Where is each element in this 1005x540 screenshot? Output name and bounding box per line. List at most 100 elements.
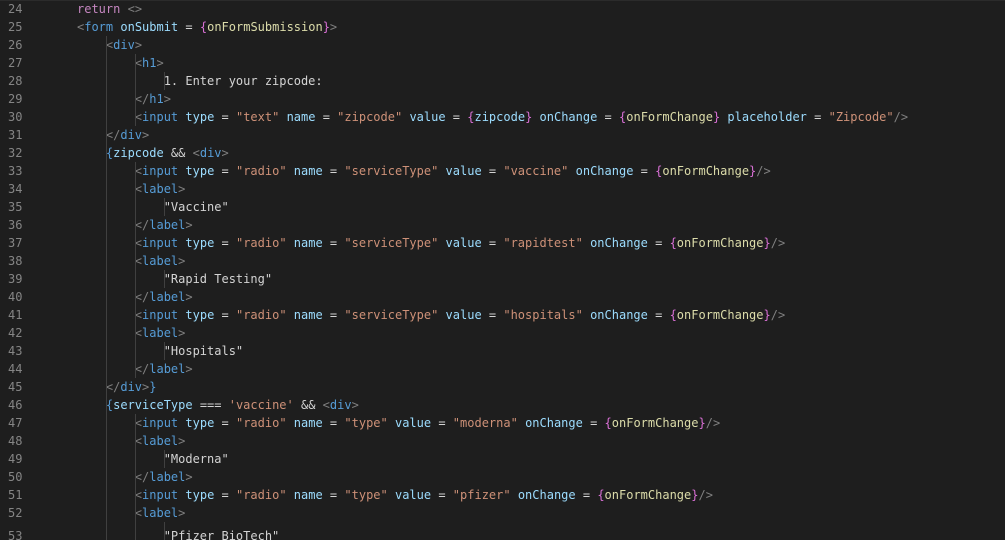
indent-guide [134,216,136,234]
line-code[interactable]: <label> [135,180,186,198]
line-code[interactable]: "Pfizer BioTech" [164,527,280,540]
line-code[interactable]: <input type = "radio" name = "type" valu… [135,486,713,504]
line-code[interactable]: </label> [135,468,193,486]
line-code[interactable]: return <> [77,1,142,18]
line-code[interactable]: </div> [106,126,149,144]
code-token: = [315,110,338,124]
code-token: = [322,308,345,322]
line-code[interactable]: <input type = "radio" name = "type" valu… [135,414,720,432]
line-code[interactable]: <label> [135,432,186,450]
line-number: 43 [8,344,23,358]
code-line[interactable]: 46 {serviceType === 'vaccine' && <div> [0,396,1005,414]
indent-guide [105,198,107,216]
code-line[interactable]: 39 "Rapid Testing" [0,270,1005,288]
code-token: } [698,416,706,430]
line-code[interactable]: 1. Enter your zipcode: [164,72,323,90]
line-code[interactable]: <div> [106,36,142,54]
line-code[interactable]: <h1> [135,54,164,72]
line-number: 53 [8,529,23,540]
line-code[interactable]: {serviceType === 'vaccine' && <div> [106,396,359,414]
code-token: label [149,218,186,232]
code-line[interactable]: 37 <input type = "radio" name = "service… [0,234,1005,252]
code-token: input [142,236,179,250]
line-code[interactable]: </label> [135,360,193,378]
code-line[interactable]: 30 <input type = "text" name = "zipcode"… [0,108,1005,126]
indent-guide [134,522,136,540]
code-token: = [582,416,605,430]
code-line[interactable]: 45 </div>} [0,378,1005,396]
code-line[interactable]: 53 "Pfizer BioTech" [0,522,1005,540]
code-line[interactable]: 50 </label> [0,468,1005,486]
line-code[interactable]: <input type = "radio" name = "serviceTyp… [135,306,785,324]
code-line[interactable]: 29 </h1> [0,90,1005,108]
code-token: = [647,308,670,322]
line-code[interactable]: "Vaccine" [164,198,229,216]
code-line[interactable]: 33 <input type = "radio" name = "service… [0,162,1005,180]
line-code[interactable]: <label> [135,252,186,270]
indent-guide [163,450,165,468]
code-line[interactable]: 27 <h1> [0,54,1005,72]
code-token: > [178,506,186,520]
line-number: 52 [8,506,23,520]
code-token: = [214,416,236,430]
line-code[interactable]: <input type = "radio" name = "serviceTyp… [135,162,771,180]
indent-guide [134,54,136,72]
line-code[interactable]: "Rapid Testing" [164,270,272,288]
code-line[interactable]: 35 "Vaccine" [0,198,1005,216]
code-line[interactable]: 26 <div> [0,36,1005,54]
code-token: div [120,380,143,394]
code-token: "pfizer" [452,488,511,502]
line-code[interactable]: <label> [135,504,186,522]
code-line[interactable]: 41 <input type = "radio" name = "service… [0,306,1005,324]
code-lines[interactable]: 24 return <> 25 <form onSubmit = {onForm… [0,1,1005,540]
code-token: label [149,362,186,376]
code-line[interactable]: 28 1. Enter your zipcode: [0,72,1005,90]
code-line[interactable]: 47 <input type = "radio" name = "type" v… [0,414,1005,432]
line-code[interactable]: <form onSubmit = {onFormSubmission}> [77,18,337,36]
code-line[interactable]: 44 </label> [0,360,1005,378]
code-line[interactable]: 51 <input type = "radio" name = "type" v… [0,486,1005,504]
line-code[interactable]: <input type = "radio" name = "serviceTyp… [135,234,785,252]
code-line[interactable]: 49 "Moderna" [0,450,1005,468]
indent-guide [105,432,107,450]
code-token: h1 [149,92,164,106]
indent-guide [134,342,136,360]
indent-guide [163,198,165,216]
code-token: value [394,416,432,430]
code-line[interactable]: 25 <form onSubmit = {onFormSubmission}> [0,18,1005,36]
code-line[interactable]: 42 <label> [0,324,1005,342]
line-code[interactable]: "Moderna" [164,450,229,468]
line-code[interactable]: </div>} [106,378,157,396]
code-token: = [597,110,620,124]
code-line[interactable]: 38 <label> [0,252,1005,270]
line-code[interactable]: </label> [135,288,193,306]
code-line[interactable]: 40 </label> [0,288,1005,306]
line-number: 46 [8,398,23,412]
line-code[interactable]: {zipcode && <div> [106,144,229,162]
code-token: onFormChange [676,308,764,322]
code-line[interactable]: 52 <label> [0,504,1005,522]
code-line[interactable]: 24 return <> [0,1,1005,18]
line-code[interactable]: </h1> [135,90,171,108]
line-number: 48 [8,434,23,448]
indent-guide [134,108,136,126]
code-line[interactable]: 31 </div> [0,126,1005,144]
code-line[interactable]: 43 "Hospitals" [0,342,1005,360]
code-token: </ [105,380,121,394]
code-line[interactable]: 48 <label> [0,432,1005,450]
code-line[interactable]: 32 {zipcode && <div> [0,144,1005,162]
line-code[interactable]: "Hospitals" [164,342,243,360]
code-line[interactable]: 34 <label> [0,180,1005,198]
code-editor[interactable]: 24 return <> 25 <form onSubmit = {onForm… [0,0,1005,540]
line-code[interactable]: </label> [135,216,193,234]
line-number: 24 [8,2,23,16]
line-code[interactable]: <label> [135,324,186,342]
line-number: 49 [8,452,23,466]
indent-guide [105,216,107,234]
line-code[interactable]: <input type = "text" name = "zipcode" va… [135,108,908,126]
code-token: "radio" [235,488,287,502]
code-line[interactable]: 36 </label> [0,216,1005,234]
